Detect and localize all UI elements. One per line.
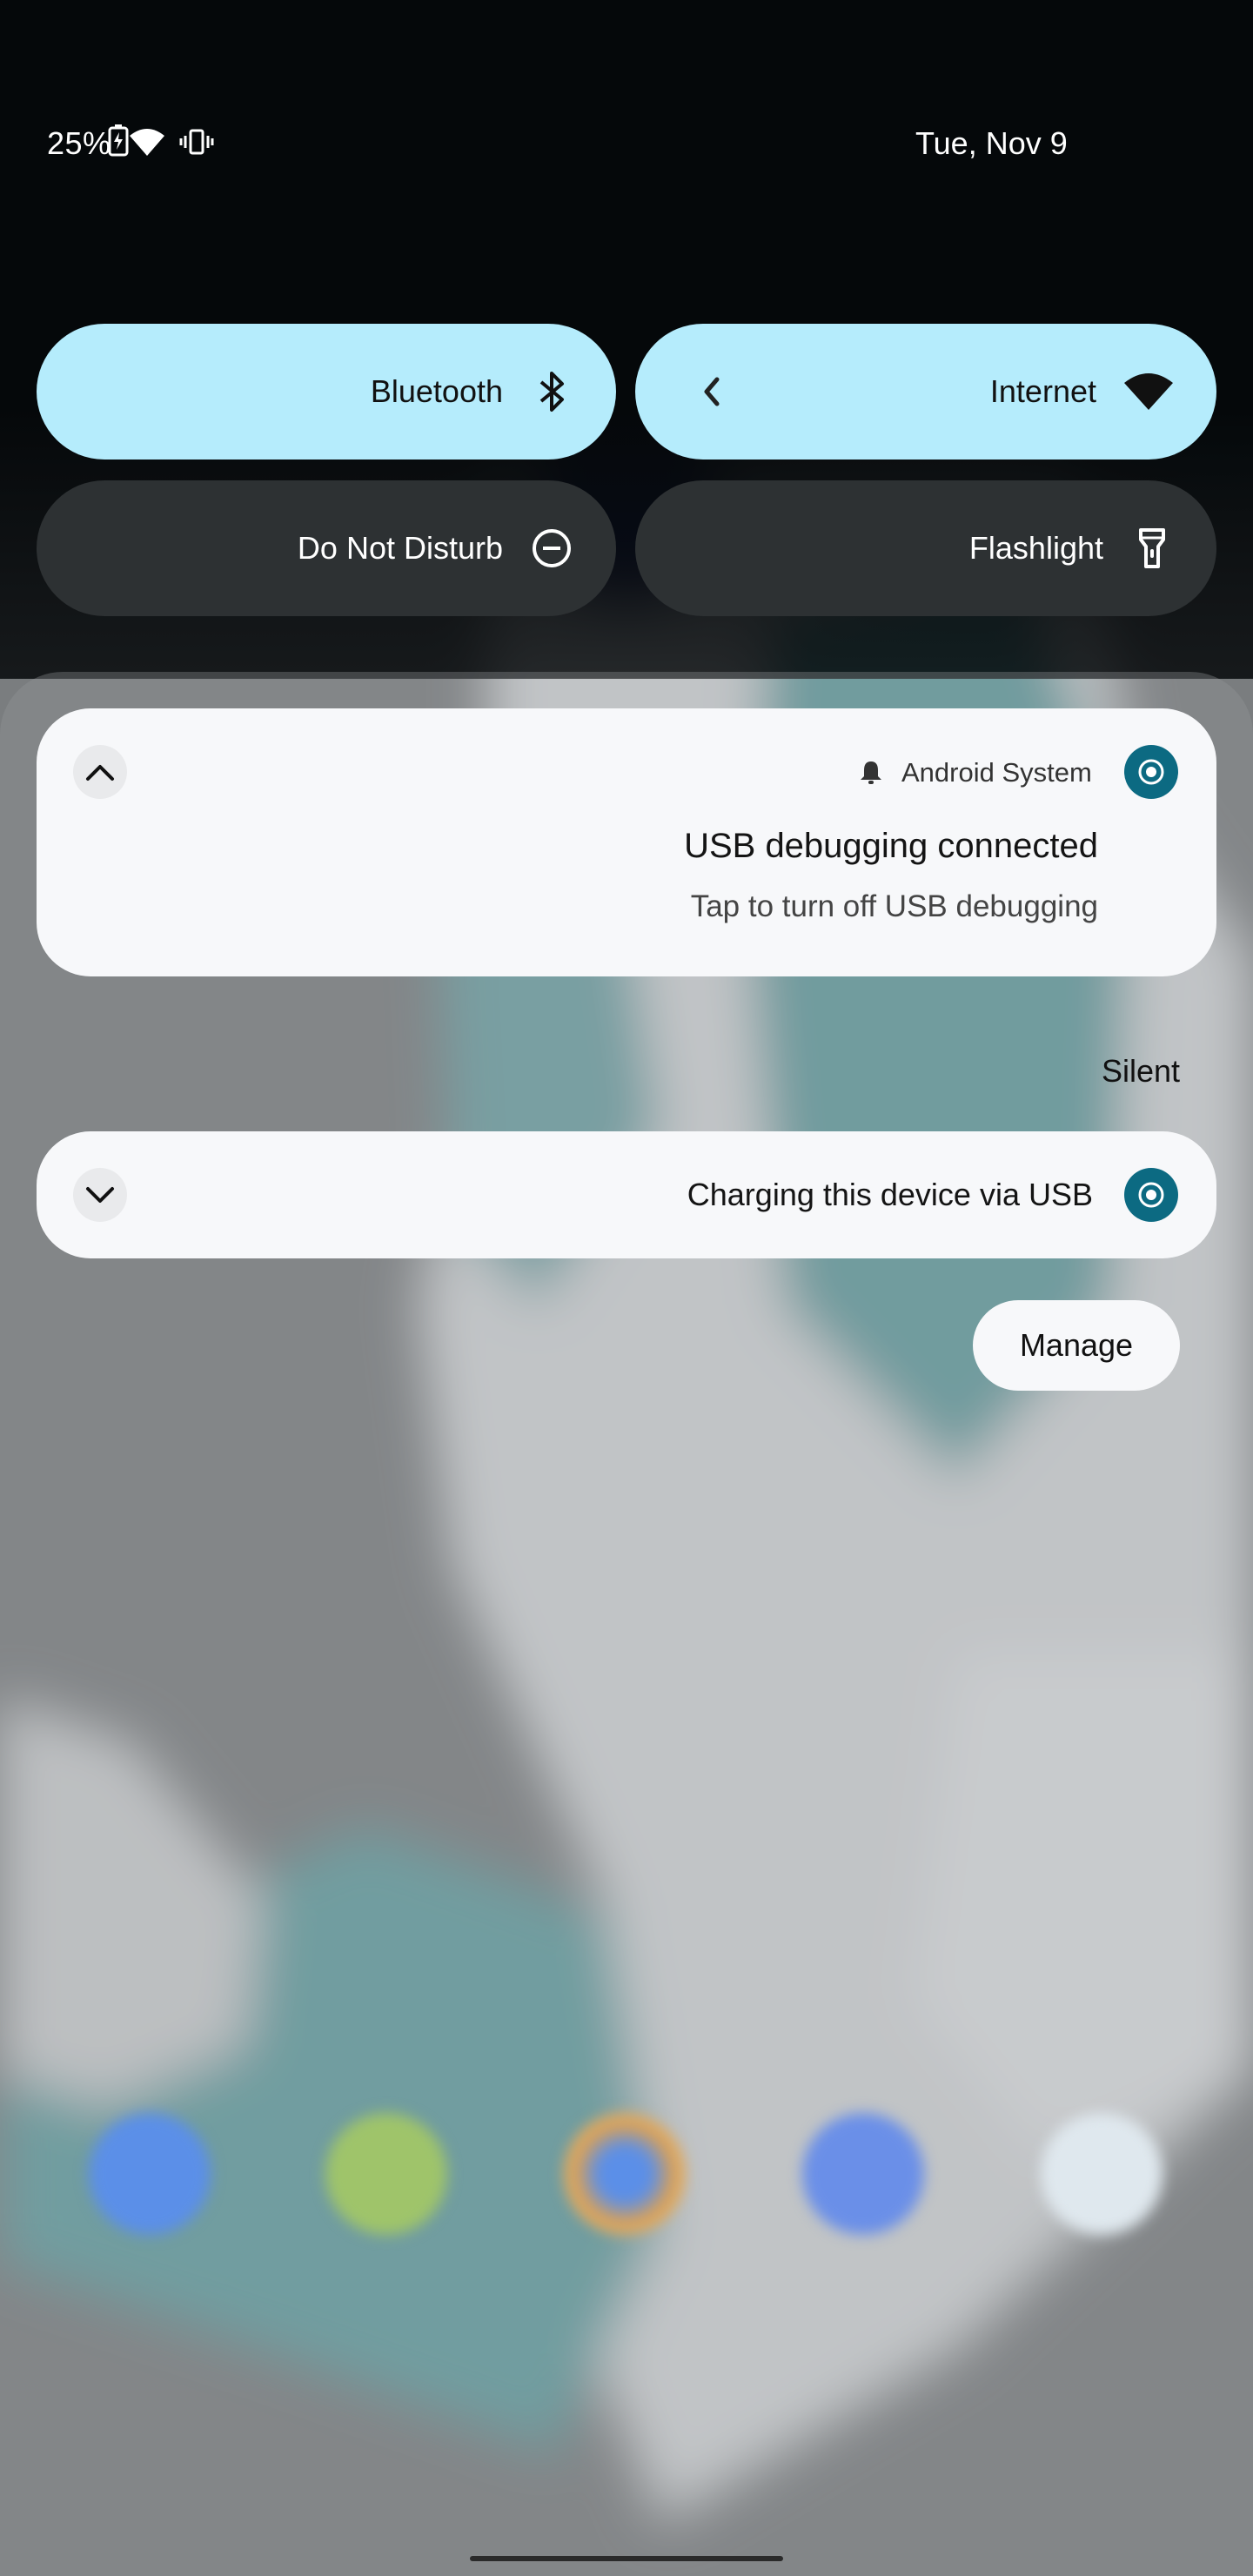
tile-label: Flashlight [968,530,1103,566]
manage-button[interactable]: Manage [973,1300,1180,1391]
home-gesture-bar[interactable] [470,2556,783,2561]
tile-label: Internet [989,373,1096,409]
do-not-disturb-icon [529,526,574,571]
tile-flashlight[interactable]: Flashlight [635,480,1216,616]
tile-label: Bluetooth [370,373,503,409]
collapse-button[interactable] [73,745,127,799]
battery-charging-icon [108,124,129,161]
vibrate-icon [179,129,214,159]
bluetooth-icon [529,369,574,414]
status-bar: 25% Tue, Nov 9 [0,113,1253,183]
battery-percentage: 25% [47,125,111,161]
notification-text: Tap to turn off USB debugging [690,889,1098,923]
app-name: Android System [901,757,1092,788]
flashlight-icon [1129,526,1175,571]
chevron-up-icon [86,765,114,781]
tile-internet[interactable]: Internet [635,324,1216,460]
phone-app-icon [89,2113,211,2235]
notification-usb-debugging[interactable]: Android System USB debugging connected T… [37,708,1216,976]
messages-app-icon [325,2113,447,2235]
camera-app-icon [1041,2113,1163,2235]
tile-bluetooth[interactable]: Bluetooth [37,324,616,460]
date-label: Tue, Nov 9 [915,125,1068,161]
maps-app-icon [802,2113,924,2235]
expand-button[interactable] [73,1168,127,1222]
tile-do-not-disturb[interactable]: Do Not Disturb [37,480,616,616]
wifi-icon [1122,369,1175,414]
app-icon [1124,1168,1178,1222]
chevron-down-icon [86,1187,114,1203]
usb-status-icon [1138,759,1164,785]
chrome-app-icon [564,2113,686,2235]
tile-label: Do Not Disturb [297,530,503,566]
notification-charging[interactable]: Charging this device via USB [37,1131,1216,1258]
usb-status-icon [1138,1182,1164,1208]
notification-bell-icon [858,759,884,789]
silent-section-header: Silent [1101,1053,1180,1089]
app-icon [1124,745,1178,799]
wifi-icon [129,129,165,161]
notification-title: USB debugging connected [684,827,1098,865]
notification-title: Charging this device via USB [687,1177,1093,1212]
chevron-left-icon[interactable] [696,367,727,424]
